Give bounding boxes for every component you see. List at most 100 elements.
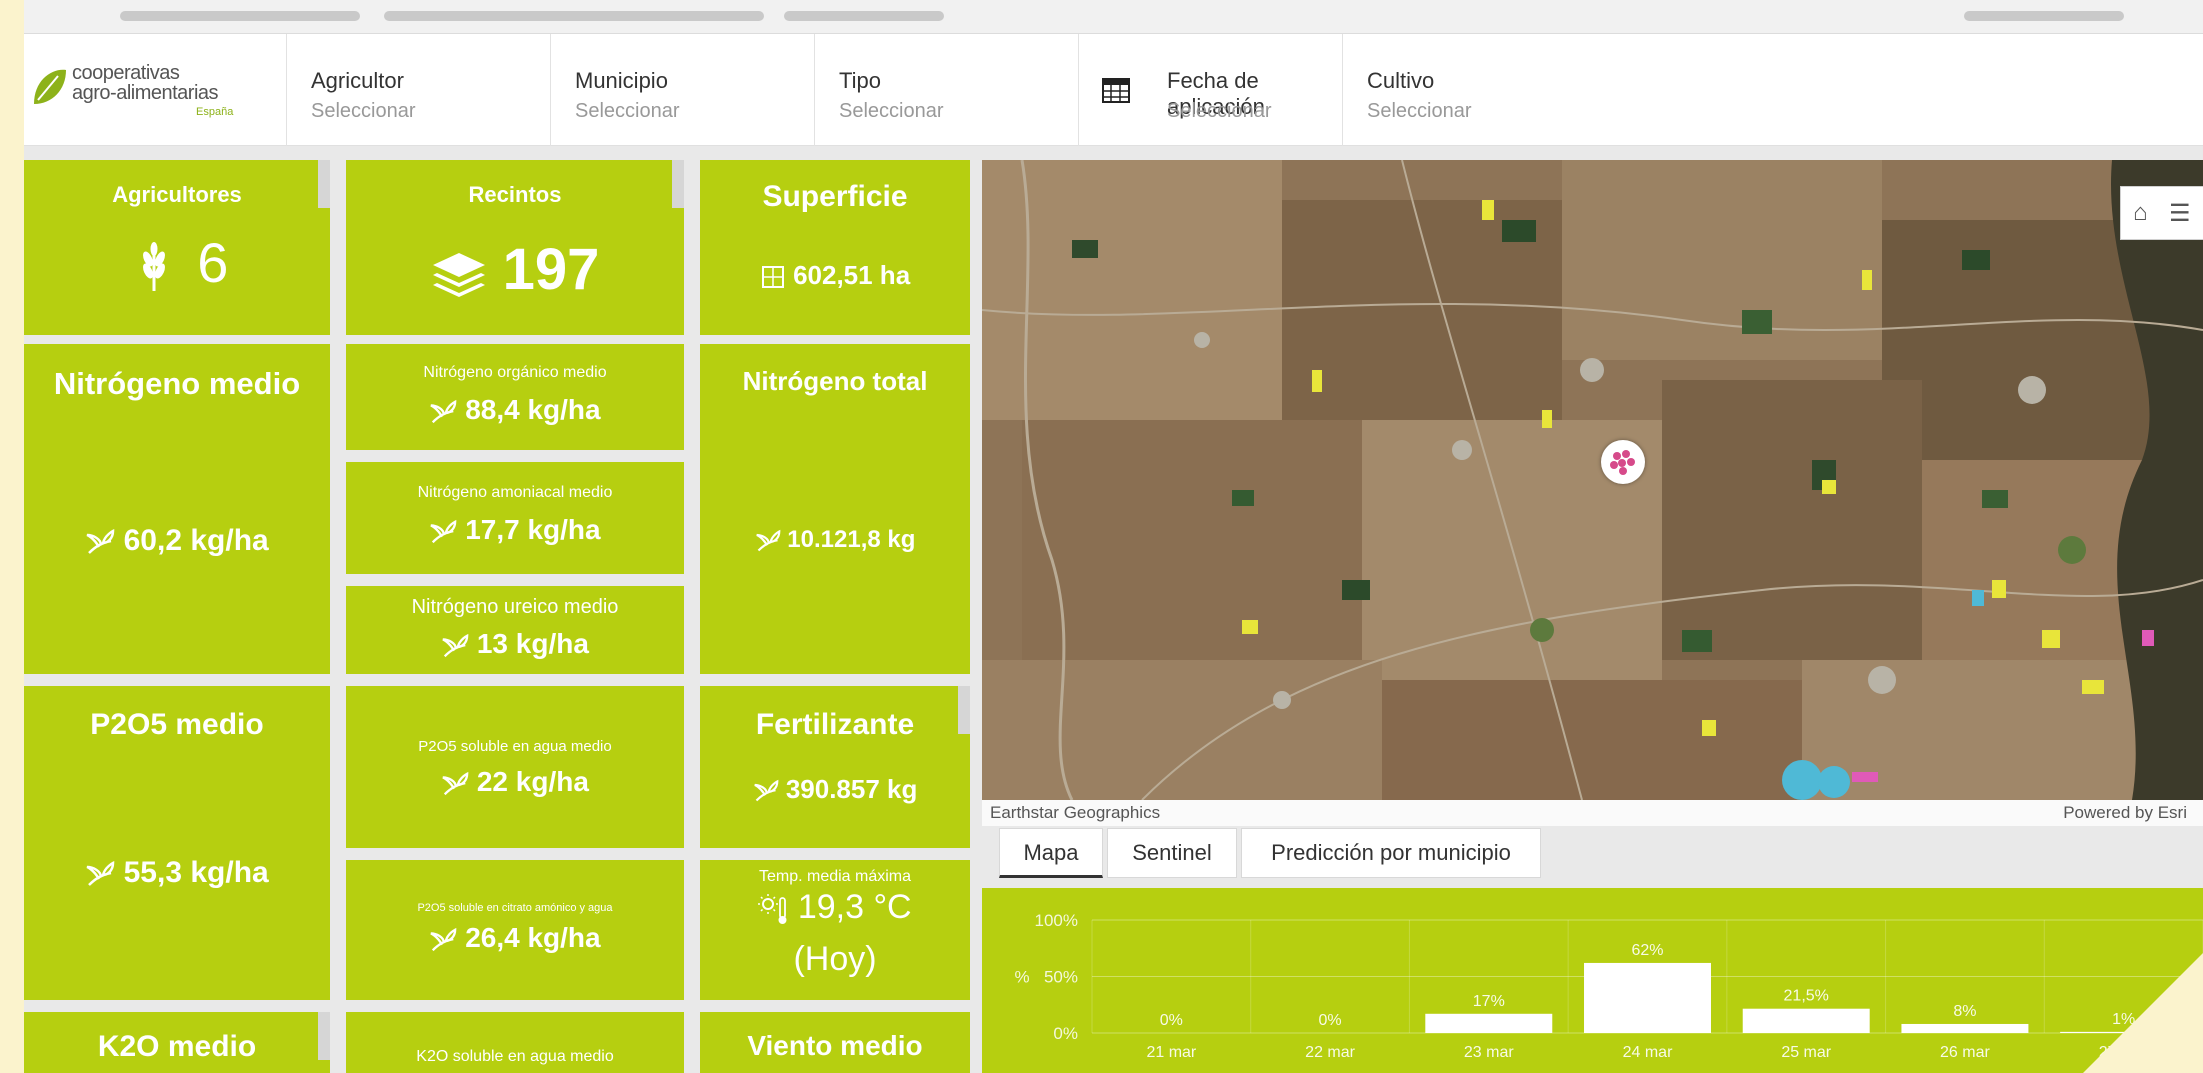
map-powered-by[interactable]: Powered by Esri	[2063, 803, 2187, 823]
tile-nitrogeno-medio: Nitrógeno medio 60,2 kg/ha	[24, 344, 330, 674]
tile-p2o5-citrato-value: 26,4 kg/ha	[465, 922, 601, 953]
bar	[1901, 1023, 2029, 1033]
map-toolbar: ⌂ ☰ ◈	[2120, 186, 2203, 240]
chart-svg: 0%50%100%% 0% 0%17%62%21,5%8% 1% 21 mar 22 …	[1014, 911, 2203, 1061]
filter-agricultor-label: Agricultor	[311, 68, 404, 93]
tile-k2o-soluble-title: K2O soluble en agua medio	[416, 1048, 614, 1065]
home-icon[interactable]: ⌂	[2133, 199, 2148, 227]
tile-agricultores: Agricultores 6	[24, 160, 330, 335]
tile-superficie-value: 602,51 ha	[793, 260, 911, 290]
tile-scrollbar[interactable]	[318, 1012, 330, 1060]
tile-nitrogeno-medio-value: 60,2 kg/ha	[123, 524, 269, 557]
tile-p2o5-medio-value: 55,3 kg/ha	[123, 856, 269, 889]
sprout-icon	[753, 779, 778, 802]
y-tick-label: 0%	[1053, 1024, 1078, 1043]
chart-y-axis: 0% 50% 100%%	[1014, 911, 1078, 1043]
tile-superficie-title: Superficie	[762, 180, 908, 213]
bar-data-label: 0%	[1160, 1012, 1183, 1029]
filter-fecha-value: Seleccionar	[1167, 100, 1272, 122]
logo-line3: España	[196, 106, 234, 118]
tile-p2o5-citrato: P2O5 soluble en citrato amónico y agua 2…	[346, 860, 684, 1000]
tile-k2o-soluble: K2O soluble en agua medio	[346, 1012, 684, 1073]
tile-scrollbar[interactable]	[958, 686, 970, 734]
filter-municipio-value: Seleccionar	[575, 100, 680, 122]
x-tick-label: 24 mar	[1623, 1044, 1673, 1061]
thermometer-sun-icon	[758, 894, 787, 925]
map-attribution: Earthstar Geographics	[990, 803, 1161, 822]
filter-municipio-label: Municipio	[575, 68, 668, 93]
tile-p2o5-soluble-agua: P2O5 soluble en agua medio 22 kg/ha	[346, 686, 684, 848]
filter-municipio[interactable]: Municipio Seleccionar	[550, 34, 814, 146]
y-tick-label: 50%	[1044, 968, 1078, 987]
page-corner	[2083, 953, 2203, 1073]
bar	[1584, 962, 1711, 1033]
bar-data-label: 62%	[1631, 942, 1663, 959]
tile-recintos-title: Recintos	[468, 182, 562, 207]
tile-p2o5-soluble-agua-value: 22 kg/ha	[476, 766, 589, 797]
satellite-imagery	[982, 160, 2203, 800]
sprout-icon	[86, 529, 115, 554]
sprout-icon	[430, 399, 457, 423]
filter-cultivo[interactable]: Cultivo Seleccionar	[1342, 34, 1662, 146]
tile-nitrogeno-total: Nitrógeno total 10.121,8 kg	[700, 344, 970, 674]
tile-p2o5-soluble-agua-title: P2O5 soluble en agua medio	[418, 738, 612, 755]
filter-tipo-label: Tipo	[839, 68, 881, 93]
browser-toolbar	[24, 0, 2203, 34]
tile-nitrogeno-ureico-value: 13 kg/ha	[476, 628, 589, 659]
bar-data-label: 0%	[1319, 1012, 1342, 1029]
logo-line2: agro-alimentarias	[72, 82, 219, 104]
app-frame: cooperativas agro-alimentarias España Ag…	[24, 0, 2203, 1073]
tab-mapa[interactable]: Mapa	[999, 828, 1103, 878]
tile-fertilizante-value: 390.857 kg	[785, 774, 918, 804]
bar-data-label: 21,5%	[1784, 988, 1829, 1005]
sprout-icon	[430, 927, 457, 951]
tile-nitrogeno-ureico: Nitrógeno ureico medio 13 kg/ha	[346, 586, 684, 674]
x-tick-label: 26 mar	[1940, 1044, 1990, 1061]
bar-data-label: 8%	[1953, 1003, 1976, 1020]
filter-agricultor-value: Seleccionar	[311, 100, 416, 122]
area-icon	[761, 266, 784, 289]
leaf-logo-icon	[34, 69, 66, 104]
tile-temp-media-title: Temp. media máxima	[758, 868, 912, 885]
filter-tipo-value: Seleccionar	[839, 100, 944, 122]
legend-list-icon[interactable]: ☰	[2169, 199, 2191, 228]
tile-nitrogeno-organico-value: 88,4 kg/ha	[465, 394, 601, 425]
cluster-pin-icon[interactable]	[1601, 440, 1645, 484]
satellite-map[interactable]	[982, 160, 2203, 800]
tab-sentinel[interactable]: Sentinel	[1107, 828, 1237, 878]
tab-mapa-label: Mapa	[1023, 840, 1079, 865]
sprout-icon	[430, 519, 457, 543]
tile-nitrogeno-total-value: 10.121,8 kg	[787, 526, 916, 553]
tab-sentinel-label: Sentinel	[1132, 840, 1212, 865]
x-tick-label: 22 mar	[1305, 1044, 1355, 1061]
filter-agricultor[interactable]: Agricultor Seleccionar	[286, 34, 550, 146]
tile-nitrogeno-amoniacal-value: 17,7 kg/ha	[465, 514, 601, 545]
tile-scrollbar[interactable]	[672, 160, 684, 208]
tile-p2o5-citrato-title: P2O5 soluble en citrato amónico y agua	[417, 902, 613, 914]
tile-temp-media-value: 19,3 °C	[797, 888, 912, 926]
tile-nitrogeno-amoniacal-title: Nitrógeno amoniacal medio	[417, 484, 613, 501]
sprout-icon	[442, 771, 469, 795]
tab-prediccion-label: Predicción por municipio	[1271, 840, 1511, 865]
bar-data-label: 17%	[1473, 993, 1505, 1010]
tab-prediccion[interactable]: Predicción por municipio	[1241, 828, 1541, 878]
tile-scrollbar[interactable]	[318, 160, 330, 208]
tile-k2o-medio: K2O medio	[24, 1012, 330, 1073]
filter-header: cooperativas agro-alimentarias España Ag…	[24, 34, 2203, 146]
filter-tipo[interactable]: Tipo Seleccionar	[814, 34, 1078, 146]
layers-icon	[432, 252, 485, 297]
tile-p2o5-medio-title: P2O5 medio	[90, 708, 264, 741]
tile-nitrogeno-ureico-title: Nitrógeno ureico medio	[411, 596, 619, 618]
tile-nitrogeno-amoniacal: Nitrógeno amoniacal medio 17,7 kg/ha	[346, 462, 684, 574]
tile-superficie: Superficie 602,51 ha	[700, 160, 970, 335]
filter-fecha[interactable]: Fecha de aplicación Seleccionar	[1078, 34, 1342, 146]
y-tick-label: 100%	[1035, 911, 1078, 930]
tile-k2o-medio-title: K2O medio	[97, 1030, 257, 1063]
filter-cultivo-label: Cultivo	[1367, 68, 1435, 93]
x-tick-label: 23 mar	[1464, 1044, 1514, 1061]
tile-recintos-value: 197	[502, 237, 600, 302]
tile-temp-media: Temp. media máxima 19,3 °C (Hoy)	[700, 860, 970, 1000]
chart-x-axis: 21 mar 22 mar 23 mar 24 mar 25 mar 26 mar 27 m…	[1146, 1044, 2149, 1061]
tile-nitrogeno-organico: Nitrógeno orgánico medio 88,4 kg/ha	[346, 344, 684, 450]
tile-agricultores-title: Agricultores	[112, 182, 242, 207]
